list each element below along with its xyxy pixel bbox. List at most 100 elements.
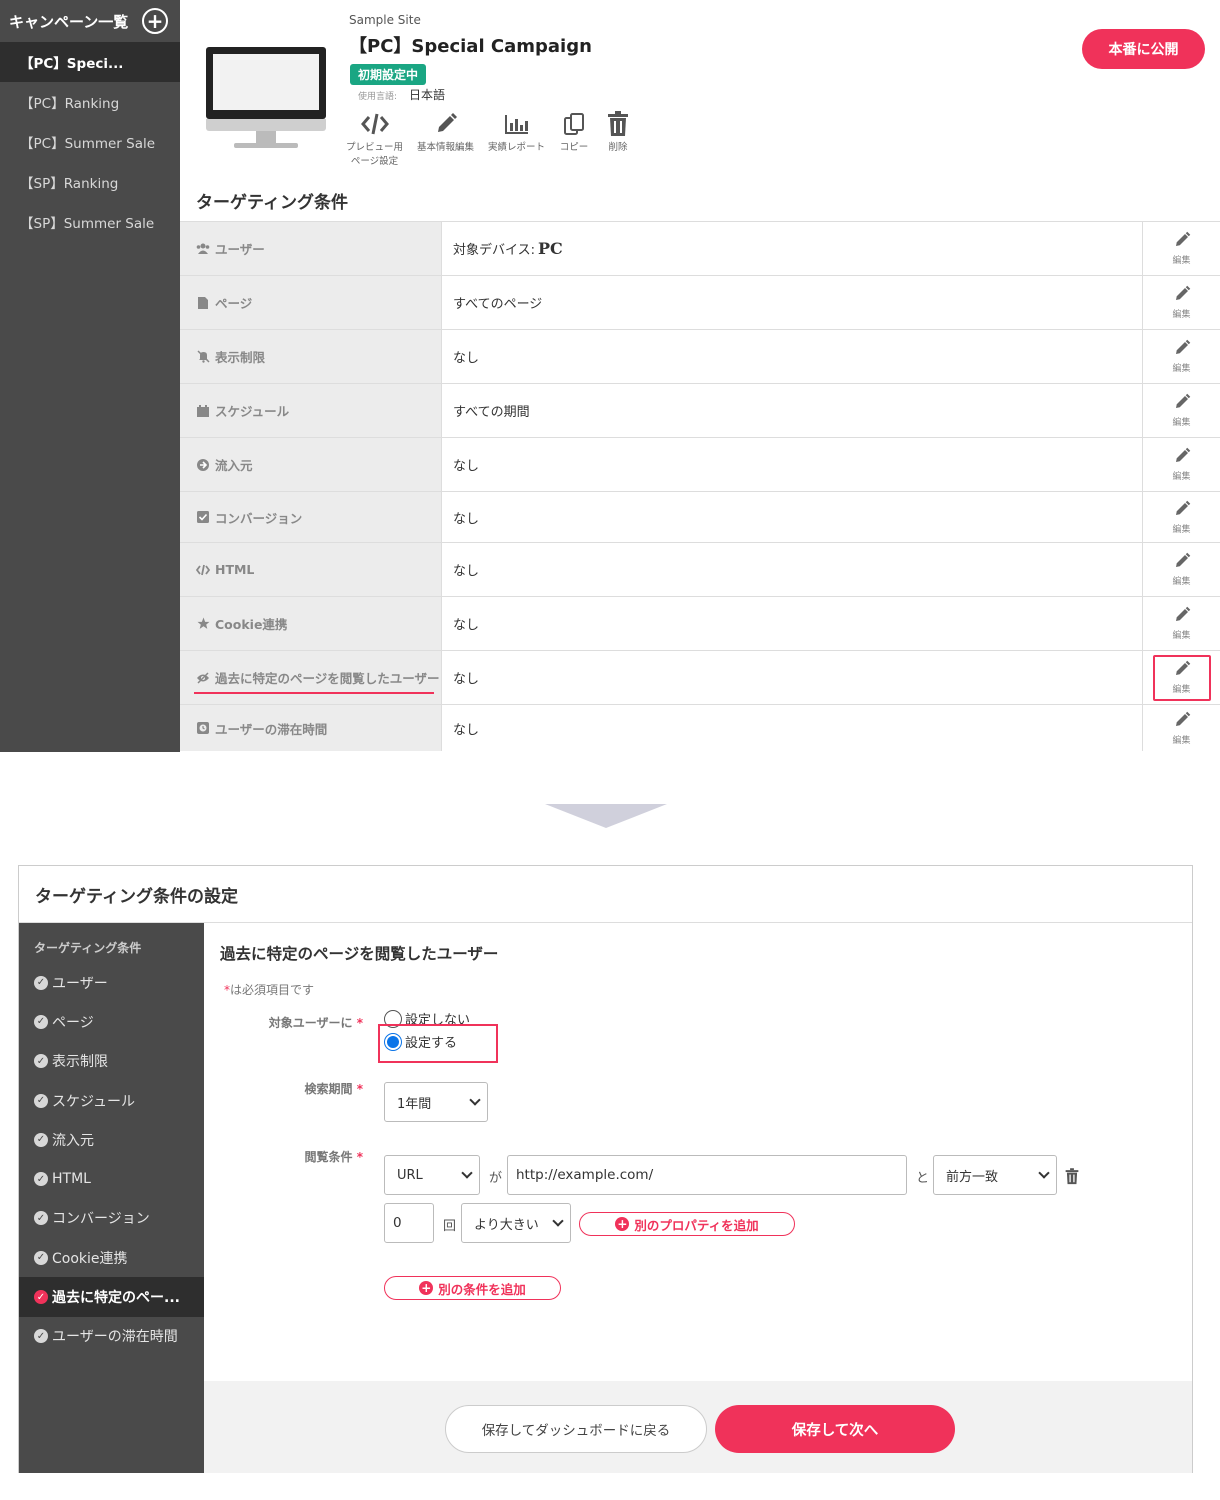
nav-label: HTML	[52, 1171, 91, 1188]
users-icon	[196, 242, 210, 256]
modal-nav-display-limit[interactable]: ✓ 表示制限	[19, 1042, 204, 1081]
campaign-sidebar: キャンペーン一覧 + 【PC】Speci... 【PC】Ranking 【PC】…	[0, 0, 180, 752]
period-select-value: 1年間	[397, 1096, 432, 1112]
property-select[interactable]: URL	[384, 1155, 480, 1195]
save-and-back-button[interactable]: 保存してダッシュボードに戻る	[445, 1405, 707, 1453]
star-icon	[196, 617, 210, 631]
preview-settings-button[interactable]: プレビュー用 ページ設定	[346, 111, 403, 169]
language-label: 使用言語:	[358, 92, 398, 102]
language-value: 日本語	[409, 88, 446, 102]
joiner-to: と	[916, 1171, 930, 1186]
nav-label: ユーザーの滞在時間	[52, 1329, 178, 1346]
row-label-text: 表示制限	[215, 350, 266, 365]
match-select[interactable]: 前方一致	[933, 1155, 1057, 1195]
row-value: なし	[441, 597, 1142, 650]
tool-label: コピー	[559, 142, 589, 153]
row-value: なし	[441, 543, 1142, 596]
row-label-text: スケジュール	[215, 404, 290, 419]
nav-label: スケジュール	[52, 1093, 136, 1110]
modal-nav-html[interactable]: ✓ HTML	[19, 1159, 204, 1198]
campaign-toolbar: プレビュー用 ページ設定 基本情報編集 実績レポート コピー 削除	[346, 111, 647, 169]
nav-label: 流入元	[52, 1132, 94, 1149]
add-property-button[interactable]: + 別のプロパティを追加	[579, 1212, 795, 1236]
publish-button[interactable]: 本番に公開	[1082, 29, 1205, 69]
edit-button[interactable]: 編集	[1142, 705, 1220, 751]
save-and-next-button[interactable]: 保存して次へ	[715, 1405, 955, 1453]
edit-button[interactable]: 編集	[1142, 492, 1220, 542]
check-circle-icon: ✓	[34, 1250, 48, 1265]
edit-button[interactable]: 編集	[1142, 597, 1220, 650]
table-row: ユーザー 対象デバイス: PC 編集	[180, 222, 1220, 276]
pencil-icon	[1173, 500, 1191, 521]
modal-nav-past-pages[interactable]: ✓ 過去に特定のペー...	[19, 1277, 204, 1317]
edit-button[interactable]: 編集	[1142, 222, 1220, 275]
trash-icon[interactable]	[1065, 1168, 1079, 1189]
chevron-down-icon	[1038, 1167, 1050, 1179]
chevron-down-icon	[461, 1167, 473, 1179]
sidebar-item-pc-summer[interactable]: 【PC】Summer Sale	[0, 122, 180, 162]
modal-nav-schedule[interactable]: ✓ スケジュール	[19, 1081, 204, 1120]
monitor-icon	[204, 47, 328, 151]
sidebar-item-sp-summer[interactable]: 【SP】Summer Sale	[0, 202, 180, 242]
count-input[interactable]: 0	[384, 1203, 434, 1243]
down-arrow-icon	[545, 804, 667, 828]
copy-button[interactable]: コピー	[559, 111, 589, 169]
status-badge: 初期設定中	[350, 64, 427, 85]
row-value-text: なし	[453, 511, 480, 527]
row-label: HTML	[180, 543, 441, 596]
eye-slash-icon	[196, 671, 210, 685]
calendar-icon	[196, 404, 210, 418]
row-label-text: ユーザー	[215, 242, 265, 257]
modal-nav-user[interactable]: ✓ ユーザー	[19, 963, 204, 1002]
row-label: スケジュール	[180, 384, 441, 437]
nav-label: コンバージョン	[52, 1211, 150, 1228]
edit-button[interactable]: 編集	[1142, 543, 1220, 596]
nav-label: ページ	[52, 1014, 94, 1031]
row-label-text: Cookie連携	[215, 617, 288, 632]
sidebar-item-label: 【PC】Speci...	[20, 56, 124, 72]
row-label: Cookie連携	[180, 597, 441, 650]
count-input-value: 0	[393, 1215, 402, 1231]
edit-button[interactable]: 編集	[1142, 438, 1220, 491]
count-unit: 回	[443, 1219, 457, 1234]
modal-nav-cookie[interactable]: ✓ Cookie連携	[19, 1238, 204, 1277]
row-value: なし	[441, 705, 1142, 751]
url-input[interactable]: http://example.com/	[507, 1155, 907, 1195]
nav-label: ユーザー	[52, 975, 108, 992]
report-button[interactable]: 実績レポート	[488, 111, 545, 169]
edit-button[interactable]: 編集	[1142, 330, 1220, 383]
nav-label: 過去に特定のペー...	[52, 1290, 180, 1307]
period-select[interactable]: 1年間	[384, 1082, 488, 1122]
pencil-icon	[1173, 552, 1191, 573]
delete-button[interactable]: 削除	[603, 111, 633, 169]
modal-nav-dwell-time[interactable]: ✓ ユーザーの滞在時間	[19, 1317, 204, 1356]
highlight-underline	[194, 692, 434, 694]
bell-slash-icon	[196, 350, 210, 364]
edit-button[interactable]: 編集	[1142, 276, 1220, 329]
modal-title: ターゲティング条件の設定	[19, 866, 1192, 923]
edit-label: 編集	[1172, 735, 1191, 746]
modal-sidebar-title: ターゲティング条件	[34, 941, 142, 955]
check-circle-icon: ✓	[34, 1290, 48, 1305]
search-period-label: 検索期間 *	[304, 1082, 363, 1096]
plus-circle-icon[interactable]: +	[142, 8, 168, 34]
edit-button[interactable]: 編集	[1142, 384, 1220, 437]
row-label-text: ユーザーの滞在時間	[215, 721, 328, 737]
row-value: なし	[441, 651, 1142, 704]
row-value-text: なし	[453, 459, 480, 474]
modal-nav-conversion[interactable]: ✓ コンバージョン	[19, 1199, 204, 1238]
edit-button-highlighted[interactable]: 編集	[1142, 651, 1220, 704]
sidebar-item-pc-ranking[interactable]: 【PC】Ranking	[0, 82, 180, 122]
sidebar-item-pc-special[interactable]: 【PC】Speci...	[0, 42, 180, 82]
add-condition-button[interactable]: + 別の条件を追加	[384, 1276, 561, 1300]
sidebar-item-sp-ranking[interactable]: 【SP】Ranking	[0, 162, 180, 202]
row-label: ページ	[180, 276, 441, 329]
modal-nav-referrer[interactable]: ✓ 流入元	[19, 1120, 204, 1159]
modal-nav-page[interactable]: ✓ ページ	[19, 1002, 204, 1041]
modal-footer: 保存してダッシュボードに戻る 保存して次へ	[204, 1381, 1192, 1473]
edit-basic-info-button[interactable]: 基本情報編集	[417, 111, 474, 169]
targeting-settings-modal: ターゲティング条件の設定 ターゲティング条件 ✓ ユーザー ✓ ページ ✓ 表示制限 …	[18, 865, 1193, 1473]
required-note: *は必須項目です	[224, 983, 315, 997]
site-name: Sample Site	[349, 13, 421, 27]
compare-select[interactable]: より大きい	[461, 1203, 571, 1243]
